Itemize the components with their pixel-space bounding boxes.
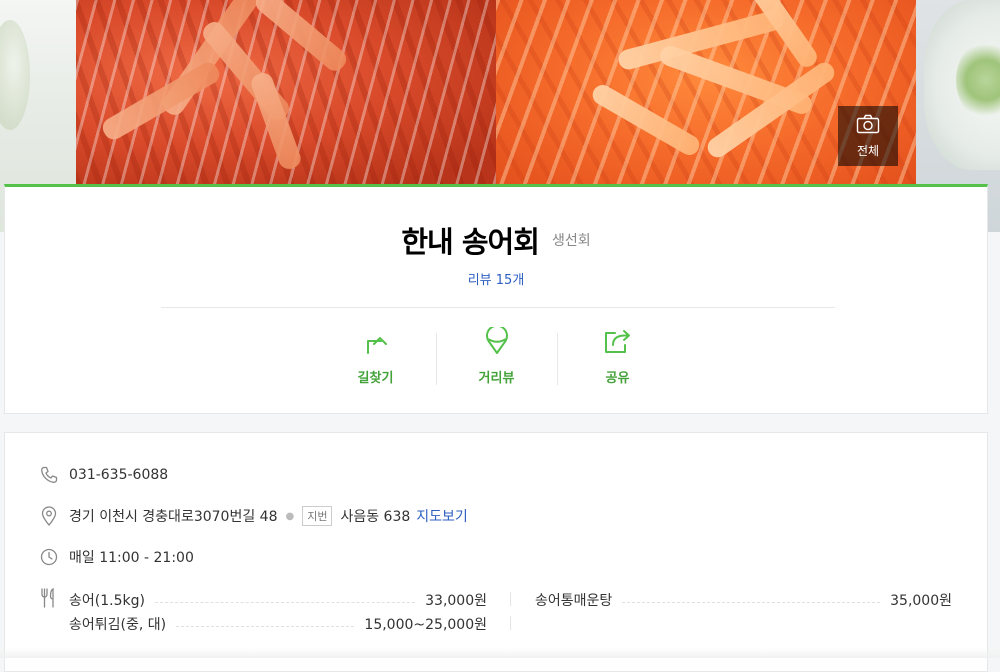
photo-1-slice — [248, 70, 304, 172]
clock-icon — [39, 547, 59, 567]
directions-label: 길찾기 — [357, 371, 394, 386]
directions-button[interactable]: 길찾기 — [315, 327, 436, 387]
camera-icon — [856, 114, 880, 138]
place-summary-card: 한내 송어회 생선회 리뷰 15개 길찾기 거리뷰 공유 — [4, 184, 988, 414]
business-hours: 매일 11:00 - 21:00 — [69, 550, 194, 566]
bottom-fade — [0, 648, 1000, 658]
menu-separator — [510, 592, 511, 606]
menu-item-price: 15,000~25,000원 — [364, 617, 487, 633]
jibun-badge: 지번 — [302, 506, 333, 526]
phone-icon — [39, 465, 59, 485]
divider — [161, 307, 835, 308]
street-view-button[interactable]: 거리뷰 — [436, 324, 557, 387]
menu-item-price: 35,000원 — [890, 593, 952, 609]
view-all-photos-button[interactable]: 전체 — [838, 106, 898, 166]
address-row: 경기 이천시 경충대로3070번길 48 ● 지번 사음동 638 지도보기 — [39, 506, 468, 526]
phone-number[interactable]: 031-635-6088 — [69, 467, 168, 483]
photo-1-slice — [251, 0, 351, 75]
review-count-link[interactable]: 리뷰 15개 — [5, 269, 987, 288]
phone-row: 031-635-6088 — [39, 465, 168, 485]
jibun-address: 사음동 638 — [340, 509, 411, 525]
road-address: 경기 이천시 경충대로3070번길 48 — [69, 509, 278, 525]
photo-1-slice — [99, 58, 223, 144]
menu-item: 송어(1.5kg) 33,000원 — [69, 590, 487, 610]
place-name: 한내 송어회 — [401, 225, 539, 259]
share-button[interactable]: 공유 — [557, 327, 678, 387]
hours-row: 매일 11:00 - 21:00 — [39, 547, 194, 567]
menu-leader — [154, 601, 416, 603]
view-map-link[interactable]: 지도보기 — [416, 506, 468, 526]
street-view-label: 거리뷰 — [478, 371, 515, 386]
title-row: 한내 송어회 생선회 — [5, 219, 987, 261]
menu-item-price: 33,000원 — [425, 593, 487, 609]
menu-item-name: 송어통매운탕 — [535, 593, 613, 609]
menu-item: 송어튀김(중, 대) 15,000~25,000원 — [69, 614, 487, 634]
share-label: 공유 — [605, 371, 630, 386]
menu-item: 송어통매운탕 35,000원 — [535, 590, 952, 610]
view-all-photos-label: 전체 — [856, 143, 880, 158]
separator-dot: ● — [285, 510, 295, 522]
place-info-card: 031-635-6088 경기 이천시 경충대로3070번길 48 ● 지번 사… — [4, 432, 988, 672]
directions-icon — [363, 327, 389, 359]
menu-item-name: 송어튀김(중, 대) — [69, 617, 167, 633]
location-pin-icon — [39, 506, 59, 526]
photo-2-slice — [589, 81, 703, 159]
photo-left-leaf — [0, 20, 30, 130]
street-view-icon — [484, 324, 510, 359]
fork-knife-icon — [39, 588, 59, 608]
menu-leader — [176, 625, 355, 627]
photo-1[interactable] — [76, 0, 496, 186]
action-bar: 길찾기 거리뷰 공유 — [315, 324, 679, 387]
menu-leader — [622, 601, 881, 603]
place-category: 생선회 — [551, 233, 591, 249]
share-icon — [603, 327, 633, 359]
menu-item-name: 송어(1.5kg) — [69, 593, 145, 609]
menu-separator — [510, 616, 511, 630]
